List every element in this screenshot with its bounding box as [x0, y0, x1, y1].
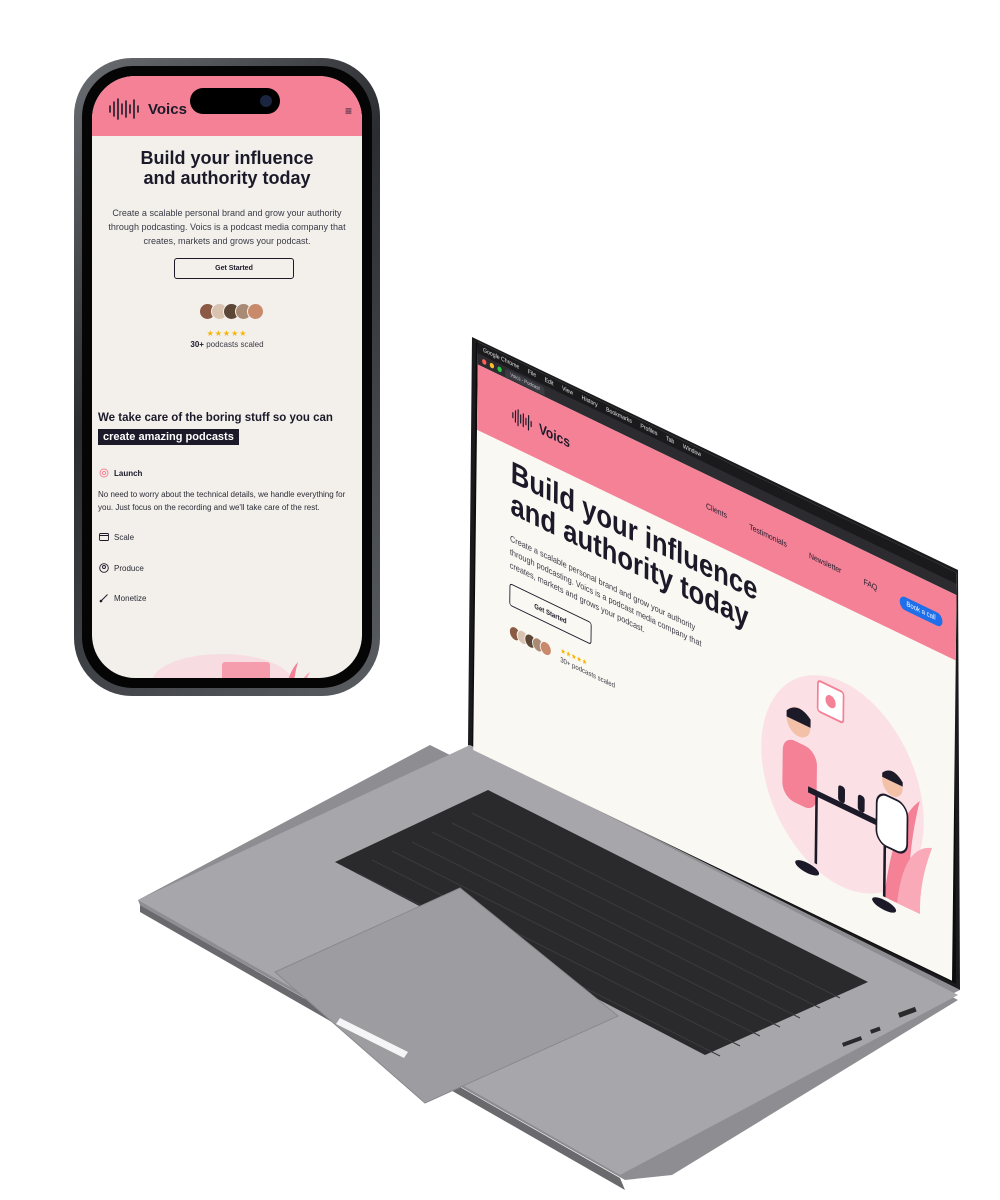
nav-clients[interactable]: Clients [706, 501, 727, 524]
maximize-window-icon[interactable] [497, 365, 502, 373]
soundwave-logo-icon [512, 409, 532, 431]
nav-faq[interactable]: FAQ [864, 577, 878, 597]
site-logo[interactable]: Voics [511, 405, 570, 452]
podcast-illustration [761, 675, 933, 915]
client-avatars [508, 623, 552, 659]
brand-name: Voics [538, 419, 571, 451]
avatar [539, 638, 552, 659]
desktop-site: Google Chrome File Edit View History Boo… [473, 342, 957, 981]
close-window-icon[interactable] [482, 358, 487, 366]
book-call-button[interactable]: Book a call [899, 594, 943, 629]
minimize-window-icon[interactable] [489, 362, 495, 370]
nav-testimonials[interactable]: Testimonials [749, 522, 787, 553]
laptop-screen: Google Chrome File Edit View History Boo… [462, 332, 962, 992]
nav-newsletter[interactable]: Newsletter [809, 551, 841, 580]
podcasts-scaled: 30+ podcasts scaled [560, 656, 616, 691]
